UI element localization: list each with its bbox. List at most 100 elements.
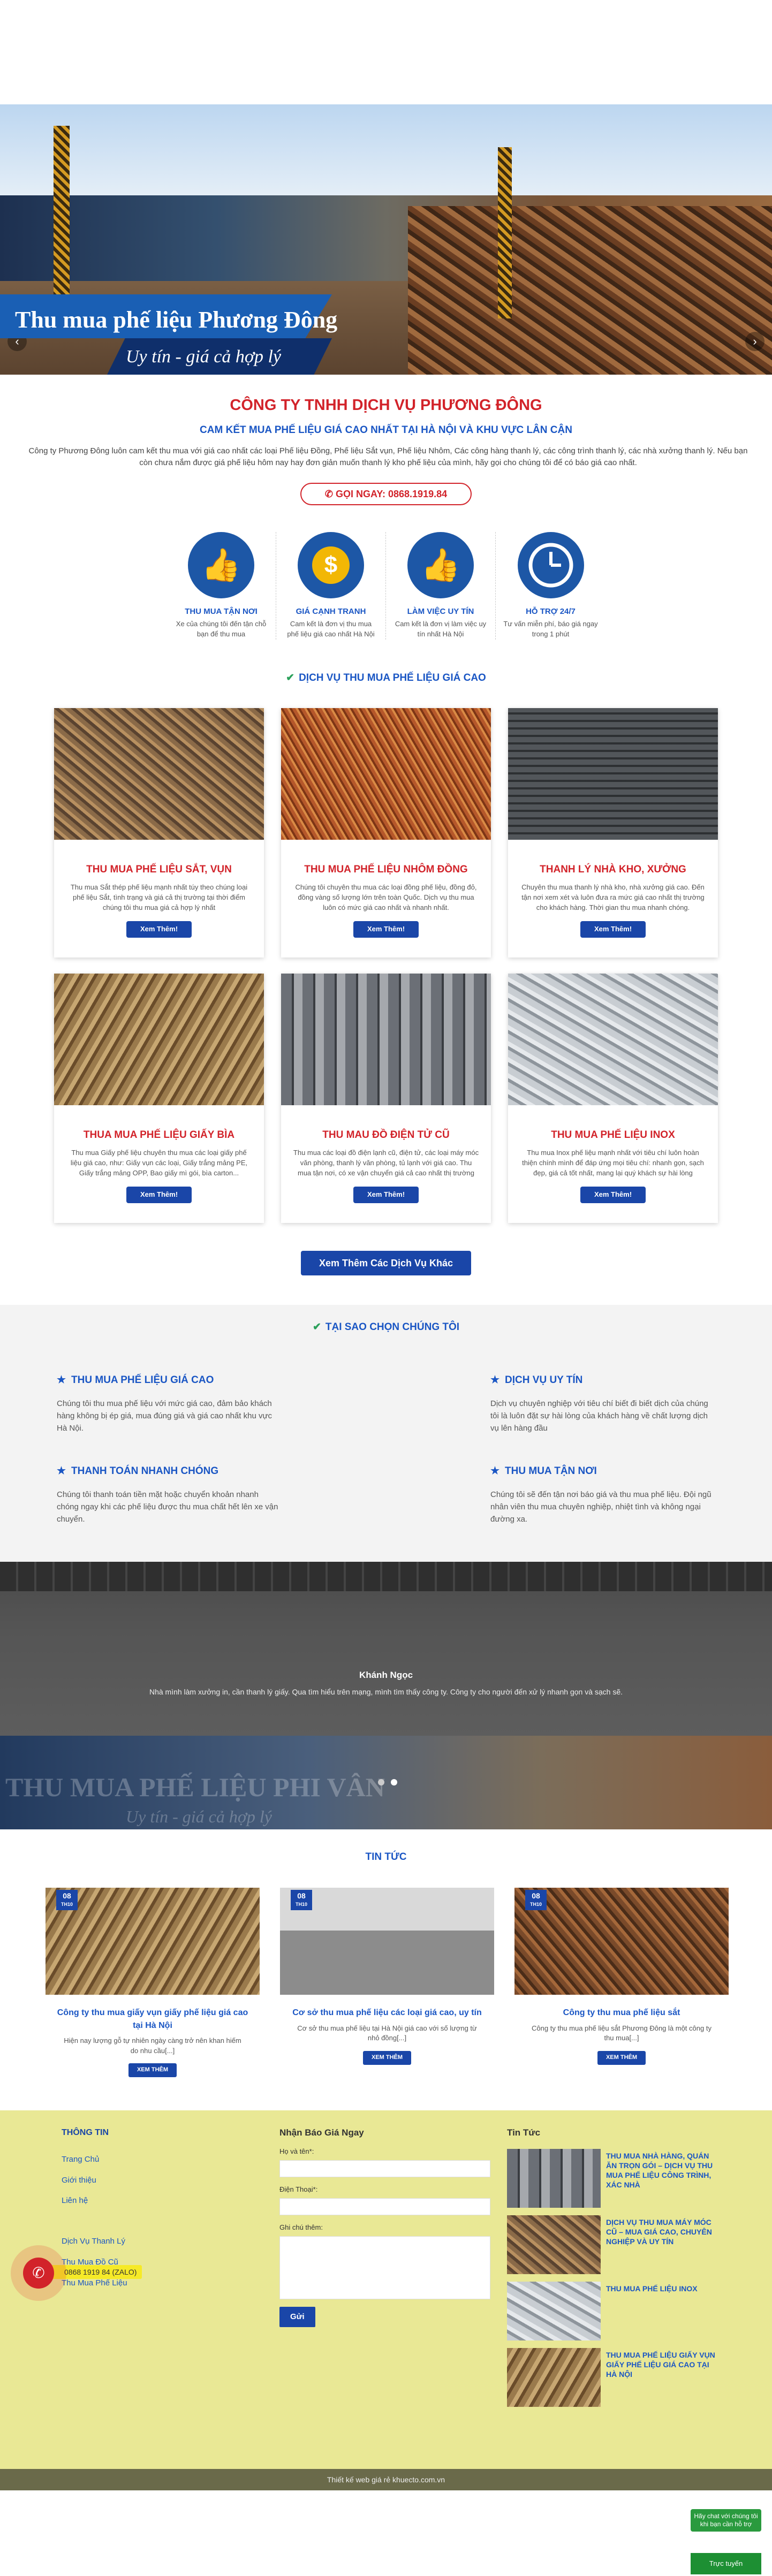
news-title[interactable]: Cơ sở thu mua phế liệu các loại giá cao,… [280,2007,494,2019]
news-date-badge: 08 TH10 [291,1890,312,1911]
phone-label: Điện Thoại*: [279,2185,318,2194]
chat-online-button[interactable]: Trực tuyến [691,2553,761,2574]
view-more-button[interactable]: Xem Thêm! [353,921,419,938]
call-now-button[interactable]: ✆ GỌI NGAY: 0868.1919.84 [300,482,472,505]
phone-icon: ✆ [324,488,336,499]
check-icon: ✔ [312,1321,321,1333]
news-title[interactable]: Công ty thu mua giấy vụn giấy phế liệu g… [46,2007,260,2031]
hero-subtitle: Uy tín - giá cả hợp lý [126,347,282,367]
footer-link[interactable]: Trang Chủ [62,2154,190,2165]
view-more-button[interactable]: Xem Thêm! [353,1187,419,1204]
service-title[interactable]: THU MUA PHẾ LIỆU NHÔM ĐỒNG [281,862,491,877]
service-card: THU MUA PHẾ LIỆU SẮT, VỤN Thu mua Sắt th… [54,708,264,958]
service-image [281,973,491,1105]
footer-news-item[interactable]: THU MUA PHẾ LIỆU INOX [507,2282,716,2341]
hero-scrap-pile [408,206,772,375]
phone-icon: ✆ [23,2258,54,2289]
why-item-title: ★ THU MUA PHẾ LIỆU GIÁ CAO [57,1374,214,1386]
view-more-button[interactable]: Xem Thêm! [580,921,646,938]
footer-news-image[interactable] [507,2282,601,2341]
footer-news-item[interactable]: THU MUA PHẾ LIỆU GIẤY VỤN GIẤY PHẾ LIỆU … [507,2348,716,2407]
footer-news-image[interactable] [507,2149,601,2208]
top-whitespace [0,0,772,104]
hero-crane [54,126,70,318]
why-item-title: ★ THANH TOÁN NHANH CHÓNG [57,1465,219,1477]
phone-call-widget[interactable]: ✆ [11,2245,66,2301]
footer-news-title-link[interactable]: THU MUA NHÀ HÀNG, QUÁN ĂN TRỌN GÓI – DỊC… [606,2149,716,2198]
more-services-button[interactable]: Xem Thêm Các Dịch Vụ Khác [300,1250,472,1275]
feature-item: $ GIÁ CẠNH TRANH Cam kết là đơn vị thu m… [276,531,386,640]
name-field[interactable] [279,2160,490,2178]
star-icon: ★ [490,1374,500,1386]
service-title[interactable]: THANH LÝ NHÀ KHO, XƯỞNG [508,862,718,877]
why-choose-us-section: ✔ TẠI SAO CHỌN CHÚNG TÔI ★ THU MUA PHẾ LIỆ… [0,1304,772,1562]
why-item-text: Chúng tôi thanh toán tiền mặt hoặc chuyể… [57,1490,278,1524]
news-date-badge: 08 TH10 [56,1890,78,1911]
feature-title: HỖ TRỢ 24/7 [526,606,576,616]
service-text: Thu mua Sắt thép phế liệu mạnh nhất túy … [70,883,248,912]
why-item-text: Chúng tôi thu mua phế liệu với mức giá c… [57,1399,272,1433]
why-item: ★ THU MUA TẬN NƠI Chúng tôi sẽ đến tận nơ… [490,1464,715,1555]
news-read-more-button[interactable]: XEM THÊM [128,2063,177,2078]
page: ‹ › Thu mua phế liệu Phương Đông Uy tín … [0,0,772,2576]
service-card: THU MUA PHẾ LIỆU NHÔM ĐỒNG Chúng tôi chu… [281,708,491,958]
footer-news-item[interactable]: THU MUA NHÀ HÀNG, QUÁN ĂN TRỌN GÓI – DỊC… [507,2149,716,2208]
service-card: THANH LÝ NHÀ KHO, XƯỞNG Chuyên thu mua t… [508,708,718,958]
footer-link[interactable]: Giới thiệu [62,2175,190,2186]
service-image [508,708,718,840]
service-card: THUA MUA PHẾ LIỆU GIẤY BÌA Thu mua Giấy … [54,973,264,1223]
copyright: Thiết kế web giá rẻ khuecto.com.vn [0,2468,772,2490]
slider-dot[interactable] [378,1779,384,1785]
footer-link[interactable]: Dịch Vụ Thanh Lý [62,2236,190,2247]
note-field[interactable] [279,2236,490,2299]
news-image[interactable]: 08 TH10 [280,1888,494,1995]
testimonial-name: Khánh Ngọc [359,1669,413,1680]
footer-link[interactable]: Liên hệ [62,2195,190,2207]
slider-next-icon[interactable]: › [745,332,765,351]
news-read-more-button[interactable]: XEM THÊM [362,2051,412,2065]
check-icon: ✔ [286,672,295,684]
footer-news-title-link[interactable]: THU MUA PHẾ LIỆU GIẤY VỤN GIẤY PHẾ LIỆU … [606,2348,716,2397]
news-card: 08 TH10 Cơ sở thu mua phế liệu các loại g… [280,1888,494,2077]
feature-text: Cam kết là đơn vị thu mua phế liệu giá c… [287,620,375,639]
slider-dot[interactable] [391,1779,397,1785]
feature-title: THU MUA TẬN NƠI [185,606,258,616]
why-item-title: ★ THU MUA TẬN NƠI [490,1465,597,1477]
service-title[interactable]: THU MAU ĐỒ ĐIỆN TỬ CŨ [281,1128,491,1143]
service-image [54,973,264,1105]
news-image[interactable]: 08 TH10 [46,1888,260,1995]
name-label: Họ và tên*: [279,2147,314,2156]
news-image[interactable]: 08 TH10 [514,1888,729,1995]
view-more-button[interactable]: Xem Thêm! [126,1187,192,1204]
service-title[interactable]: THU MUA PHẾ LIỆU SẮT, VỤN [54,862,264,877]
why-item: ★ DỊCH VỤ UY TÍN Dịch vụ chuyên nghiệp vớ… [490,1373,715,1464]
view-more-button[interactable]: Xem Thêm! [126,921,192,938]
view-more-button[interactable]: Xem Thêm! [580,1187,646,1204]
service-card: THU MUA PHẾ LIỆU INOX Thu mua Inox phế l… [508,973,718,1223]
feature-title: LÀM VIỆC UY TÍN [407,606,474,616]
thumbs-up-icon: 👍 [188,531,254,598]
footer-news-image[interactable] [507,2215,601,2275]
star-icon: ★ [57,1465,66,1477]
send-button[interactable]: Gửi [279,2306,315,2327]
feature-item: HỖ TRỢ 24/7 Tư vấn miễn phí, báo giá nga… [496,531,606,640]
service-title[interactable]: THU MUA PHẾ LIỆU INOX [508,1128,718,1143]
footer-news-column: Tin Tức THU MUA NHÀ HÀNG, QUÁN ĂN TRỌN G… [507,2126,716,2407]
service-title[interactable]: THUA MUA PHẾ LIỆU GIẤY BÌA [54,1128,264,1143]
feature-title: GIÁ CẠNH TRANH [296,606,366,616]
news-title[interactable]: Công ty thu mua phế liệu sắt [514,2007,729,2019]
hero-banner: Thu mua phế liệu Phương Đông Uy tín - gi… [0,294,348,375]
commitment-heading: CAM KẾT MUA PHẾ LIỆU GIÁ CAO NHẤT TẠI HÀ… [200,424,572,436]
phone-field[interactable] [279,2198,490,2216]
feature-item: 👍 LÀM VIỆC UY TÍN Cam kết là đơn vị làm … [386,531,496,640]
why-grid: ★ THU MUA PHẾ LIỆU GIÁ CAO Chúng tôi thu … [57,1373,715,1555]
footer-news-title-link[interactable]: THU MUA PHẾ LIỆU INOX [606,2282,698,2331]
chat-prompt[interactable]: Hãy chat với chúng tôi khi bạn cần hỗ tr… [691,2509,761,2532]
footer-news-title-link[interactable]: DỊCH VỤ THU MUA MÁY MÓC CŨ – MUA GIÁ CAO… [606,2215,716,2265]
footer-news-image[interactable] [507,2348,601,2407]
news-read-more-button[interactable]: XEM THÊM [597,2051,646,2065]
news-row: 08 TH10 Công ty thu mua giấy vụn giấy phế… [46,1888,772,2078]
note-label: Ghi chú thêm: [279,2223,323,2232]
thumbs-up-icon: 👍 [407,531,474,598]
footer-news-item[interactable]: DỊCH VỤ THU MUA MÁY MÓC CŨ – MUA GIÁ CAO… [507,2215,716,2275]
